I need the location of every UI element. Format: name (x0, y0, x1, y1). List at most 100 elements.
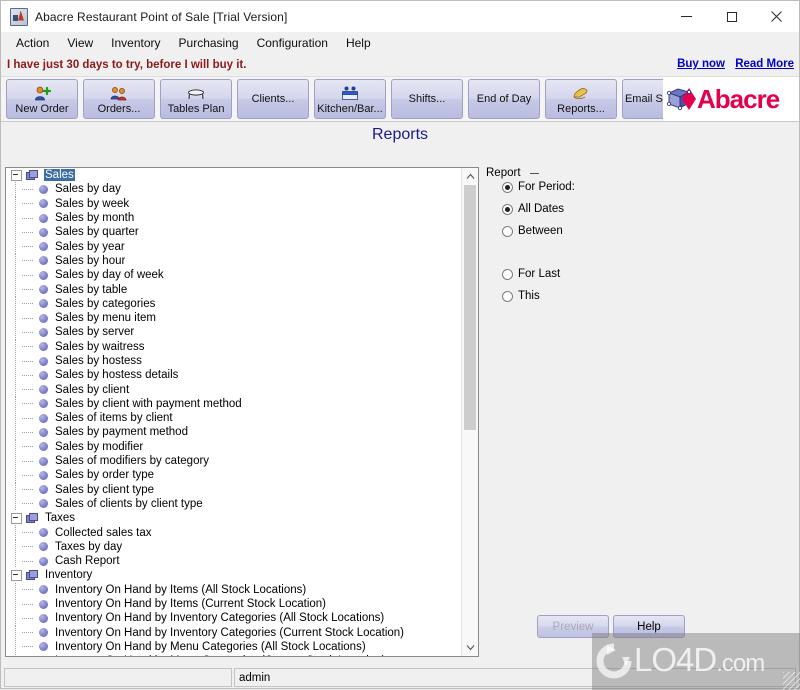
report-bullet-icon (39, 499, 48, 509)
tree-item[interactable]: Sales by day (6, 182, 461, 197)
toolbar-button-tables-plan[interactable]: Tables Plan (160, 79, 232, 119)
tree-item[interactable]: Sales by payment method (6, 425, 461, 440)
tree-vertical-scrollbar[interactable] (461, 168, 478, 656)
tree-item-label: Collected sales tax (55, 526, 152, 539)
minimize-button[interactable] (664, 1, 709, 32)
report-bullet-icon (39, 427, 48, 437)
tree-item[interactable]: Inventory On Hand by Menu Categories (Al… (6, 639, 461, 655)
tree-item-label: Sales by day of week (55, 269, 164, 282)
tree-item[interactable]: Sales of items by client (6, 411, 461, 426)
collapse-icon[interactable] (11, 569, 22, 581)
tree-item[interactable]: Sales by hostess (6, 353, 461, 369)
buy-now-link[interactable]: Buy now (677, 58, 725, 70)
tree-item-label: Inventory On Hand by Menu Categories (Cu… (54, 655, 386, 656)
radio-for-last[interactable]: For Last (502, 268, 560, 280)
report-bullet-icon (39, 385, 48, 395)
report-bullet-icon (39, 628, 48, 638)
tree-item[interactable]: Sales by month (6, 210, 461, 226)
radio-between[interactable]: Between (502, 225, 563, 237)
tree-item[interactable]: Cash Report (6, 554, 461, 569)
tree-guide-line (22, 431, 33, 433)
tree-item-label: Sales by client type (55, 483, 155, 496)
report-bullet-icon (39, 342, 48, 352)
tree-guide-line (15, 582, 16, 597)
tree-item[interactable]: Sales of clients by client type (6, 496, 461, 512)
tree-item[interactable]: Inventory On Hand by Items (All Stock Lo… (6, 582, 461, 597)
toolbar-button-reports[interactable]: Reports... (545, 79, 617, 119)
tree-item[interactable]: Sales by table (6, 282, 461, 297)
radio-for-period[interactable]: For Period: (502, 181, 575, 193)
toolbar-button-clients[interactable]: Clients... (237, 79, 309, 119)
tree-guide-line (15, 468, 16, 483)
menu-inventory[interactable]: Inventory (102, 34, 169, 52)
tree-item-label: Inventory On Hand by Menu Categories (Al… (55, 640, 366, 653)
tree-item-label: Sales by menu item (55, 312, 156, 325)
tree-guide-line (22, 603, 33, 605)
tree-item[interactable]: Sales by quarter (6, 225, 461, 240)
report-bullet-icon (39, 327, 48, 337)
tree-item[interactable]: Inventory On Hand by Items (Current Stoc… (6, 596, 461, 612)
toolbar-button-shifts[interactable]: Shifts... (391, 79, 463, 119)
menu-view[interactable]: View (58, 34, 102, 52)
tree-item[interactable]: Sales by hour (6, 253, 461, 269)
toolbar-button-end-of-day[interactable]: End of Day (468, 79, 540, 119)
tree-item[interactable]: Sales by waitress (6, 339, 461, 354)
collapse-icon[interactable] (11, 512, 22, 524)
tree-guide-line (22, 203, 33, 205)
scroll-down-icon[interactable] (462, 639, 478, 656)
tree-item[interactable]: Sales by categories (6, 296, 461, 311)
tree-guide-line (15, 425, 16, 440)
report-options-panel: Report For Period: All Dates Between For… (486, 167, 795, 657)
report-bullet-icon (39, 528, 48, 538)
toolbar-button-kitchen-bar[interactable]: Kitchen/Bar... (314, 79, 386, 119)
tree-item[interactable]: Sales by hostess details (6, 368, 461, 383)
menu-action[interactable]: Action (7, 34, 58, 52)
tree-item[interactable]: Sales by menu item (6, 310, 461, 326)
scrollbar-thumb[interactable] (464, 185, 476, 430)
toolbar: New Order Orders... Tables Plan Clients.… (1, 76, 799, 122)
tree-group-inventory[interactable]: Inventory (6, 568, 461, 582)
tree-group-taxes[interactable]: Taxes (6, 511, 461, 525)
tree-item[interactable]: Sales by client (6, 382, 461, 397)
collapse-icon[interactable] (11, 169, 22, 181)
toolbar-button-orders[interactable]: Orders... (83, 79, 155, 119)
maximize-button[interactable] (709, 1, 754, 32)
report-bullet-icon (39, 442, 48, 452)
report-bullet-icon (39, 613, 48, 623)
tree-item-label: Sales by week (55, 197, 130, 210)
radio-all-dates[interactable]: All Dates (502, 203, 564, 215)
menu-configuration[interactable]: Configuration (248, 34, 337, 52)
tree-item-label: Sales by table (55, 283, 128, 296)
scroll-up-icon[interactable] (462, 168, 478, 185)
toolbar-button-new-order[interactable]: New Order (6, 79, 78, 119)
tree-item[interactable]: Sales by day of week (6, 268, 461, 283)
application-window: Abacre Restaurant Point of Sale [Trial V… (0, 0, 800, 690)
help-button[interactable]: Help (613, 615, 685, 638)
tree-item[interactable]: Taxes by day (6, 539, 461, 555)
close-button[interactable] (754, 1, 799, 32)
menu-help[interactable]: Help (337, 34, 380, 52)
menu-purchasing[interactable]: Purchasing (170, 34, 248, 52)
tree-item[interactable]: Collected sales tax (6, 525, 461, 540)
read-more-link[interactable]: Read More (735, 58, 794, 70)
tree-item[interactable]: Inventory On Hand by Inventory Categorie… (6, 611, 461, 626)
report-bullet-icon (39, 542, 48, 552)
preview-button[interactable]: Preview (537, 615, 609, 638)
radio-label: Between (518, 225, 563, 237)
tree-item[interactable]: Sales by client with payment method (6, 396, 461, 412)
tree-item[interactable]: Sales by year (6, 239, 461, 254)
tree-item[interactable]: Sales by modifier (6, 439, 461, 454)
reports-tree[interactable]: Sales Sales by day Sales by week Sales by m… (6, 168, 461, 656)
tree-item[interactable]: Inventory On Hand by Inventory Categorie… (6, 625, 461, 640)
tree-item[interactable]: Sales of modifiers by category (6, 453, 461, 469)
tree-item[interactable]: Sales by client type (6, 482, 461, 497)
tree-item[interactable]: Sales by order type (6, 468, 461, 483)
tree-item[interactable]: Sales by week (6, 196, 461, 211)
radio-this[interactable]: This (502, 290, 540, 302)
tree-item[interactable]: Sales by server (6, 325, 461, 340)
tree-item[interactable]: Inventory On Hand by Menu Categories (Cu… (6, 654, 461, 656)
tree-item-label: Sales by hostess (55, 355, 142, 367)
abacre-cube-icon (666, 86, 697, 112)
tree-group-sales[interactable]: Sales (6, 168, 461, 182)
tree-guide-line (15, 310, 16, 326)
